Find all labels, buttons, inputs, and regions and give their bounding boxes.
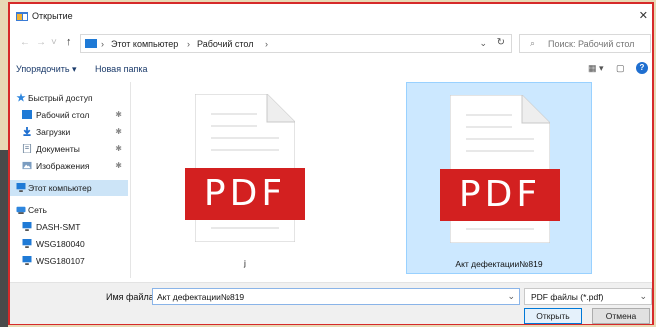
- organize-button[interactable]: Упорядочить ▾: [16, 64, 77, 75]
- navigation-pane-divider: [130, 82, 131, 278]
- open-file-dialog: Открытие ✕ ← → ˅ ↑ › Этот компьютер › Ра…: [8, 2, 654, 325]
- file-name: j: [244, 258, 246, 268]
- search-icon: ⌕: [530, 38, 536, 48]
- computer-icon: [22, 239, 32, 248]
- computer-icon: [85, 39, 97, 48]
- navigation-bar: ← → ˅ ↑ › Этот компьютер › Рабочий стол …: [10, 30, 652, 56]
- sidebar-item-label: WSG180040: [36, 239, 85, 249]
- sidebar-item-downloads[interactable]: Загрузки ✱: [10, 124, 128, 140]
- sidebar-item-label: Загрузки: [36, 127, 71, 137]
- forward-arrow-icon[interactable]: →: [36, 37, 46, 48]
- file-item[interactable]: PDF Акт дефектации№819: [406, 82, 592, 274]
- search-box[interactable]: ⌕: [519, 34, 651, 53]
- sidebar-item-label: Изображения: [36, 161, 90, 171]
- navigation-pane: Быстрый доступ Рабочий стол ✱ Загрузки ✱…: [10, 82, 130, 278]
- new-folder-button[interactable]: Новая папка: [95, 64, 147, 74]
- sidebar-item-label: Быстрый доступ: [28, 93, 93, 103]
- help-icon[interactable]: ?: [636, 62, 648, 74]
- view-options-icon[interactable]: ▦ ▾: [588, 63, 604, 74]
- sidebar-item-pictures[interactable]: Изображения ✱: [10, 158, 128, 174]
- file-list: PDF j PDF Акт дефектации№819: [134, 82, 652, 278]
- sidebar-item-label: WSG180107: [36, 256, 85, 266]
- back-arrow-icon[interactable]: ←: [20, 37, 30, 48]
- sidebar-item-label: Рабочий стол: [36, 110, 90, 120]
- file-item[interactable]: PDF j: [152, 82, 338, 274]
- sidebar-item-documents[interactable]: Документы ✱: [10, 141, 128, 157]
- pin-icon: ✱: [115, 127, 122, 136]
- refresh-icon[interactable]: ↻: [497, 37, 505, 48]
- sidebar-item-desktop[interactable]: Рабочий стол ✱: [10, 107, 128, 123]
- dialog-app-icon: [16, 12, 28, 21]
- filename-value: Акт дефектации№819: [157, 292, 245, 302]
- network-icon: [16, 206, 26, 214]
- pdf-badge: PDF: [185, 168, 305, 220]
- document-icon: [22, 144, 32, 153]
- up-arrow-icon[interactable]: ↑: [66, 36, 72, 48]
- download-icon: [23, 127, 31, 136]
- address-bar[interactable]: › Этот компьютер › Рабочий стол › ⌄ ↻: [80, 34, 512, 53]
- file-type-select[interactable]: PDF файлы (*.pdf) ⌄: [524, 288, 652, 305]
- pdf-badge: PDF: [440, 169, 560, 221]
- filename-dropdown-icon[interactable]: ⌄: [507, 291, 515, 302]
- recent-locations-icon[interactable]: ˅: [51, 37, 57, 48]
- filename-input[interactable]: Акт дефектации№819 ⌄: [152, 288, 520, 305]
- close-icon[interactable]: ✕: [639, 9, 648, 22]
- computer-icon: [22, 222, 32, 231]
- file-type-value: PDF файлы (*.pdf): [531, 292, 604, 302]
- cancel-button[interactable]: Отмена: [592, 308, 650, 324]
- filename-label: Имя файла:: [106, 292, 157, 302]
- sidebar-item-label: Документы: [36, 144, 80, 154]
- desktop-icon: [22, 110, 32, 119]
- sidebar-item-wsg180107[interactable]: WSG180107: [10, 253, 128, 269]
- file-name: Акт дефектации№819: [455, 259, 543, 269]
- sidebar-item-quick-access[interactable]: Быстрый доступ: [10, 90, 128, 106]
- breadcrumb-desktop[interactable]: Рабочий стол: [197, 39, 254, 49]
- sidebar-item-label: Сеть: [28, 205, 47, 215]
- pin-icon: ✱: [115, 144, 122, 153]
- breadcrumb-separator: ›: [101, 39, 104, 49]
- sidebar-item-network[interactable]: Сеть: [10, 202, 128, 218]
- dialog-footer: Имя файла: Акт дефектации№819 ⌄ PDF файл…: [10, 282, 652, 324]
- pin-icon: ✱: [115, 110, 122, 119]
- preview-pane-icon[interactable]: ▢: [616, 63, 625, 74]
- background-strip: [0, 150, 8, 327]
- pictures-icon: [22, 161, 32, 170]
- sidebar-item-wsg180040[interactable]: WSG180040: [10, 236, 128, 252]
- computer-icon: [22, 256, 32, 265]
- command-bar: Упорядочить ▾ Новая папка ▦ ▾ ▢ ?: [10, 59, 652, 79]
- dialog-title: Открытие: [32, 11, 73, 21]
- sidebar-item-label: Этот компьютер: [28, 183, 92, 193]
- search-input[interactable]: [548, 37, 648, 50]
- open-button[interactable]: Открыть: [524, 308, 582, 324]
- sidebar-item-label: DASH-SMT: [36, 222, 81, 232]
- file-type-dropdown-icon[interactable]: ⌄: [639, 291, 647, 302]
- address-dropdown-icon[interactable]: ⌄: [479, 38, 487, 49]
- pin-icon: ✱: [115, 161, 122, 170]
- breadcrumb-separator: ›: [187, 39, 190, 49]
- title-bar: Открытие ✕: [10, 4, 652, 28]
- computer-icon: [16, 183, 26, 192]
- breadcrumb-this-pc[interactable]: Этот компьютер: [111, 39, 178, 49]
- sidebar-item-this-pc[interactable]: Этот компьютер: [10, 180, 128, 196]
- sidebar-item-dash-smt[interactable]: DASH-SMT: [10, 219, 128, 235]
- breadcrumb-separator: ›: [265, 39, 268, 49]
- star-icon: [16, 93, 26, 102]
